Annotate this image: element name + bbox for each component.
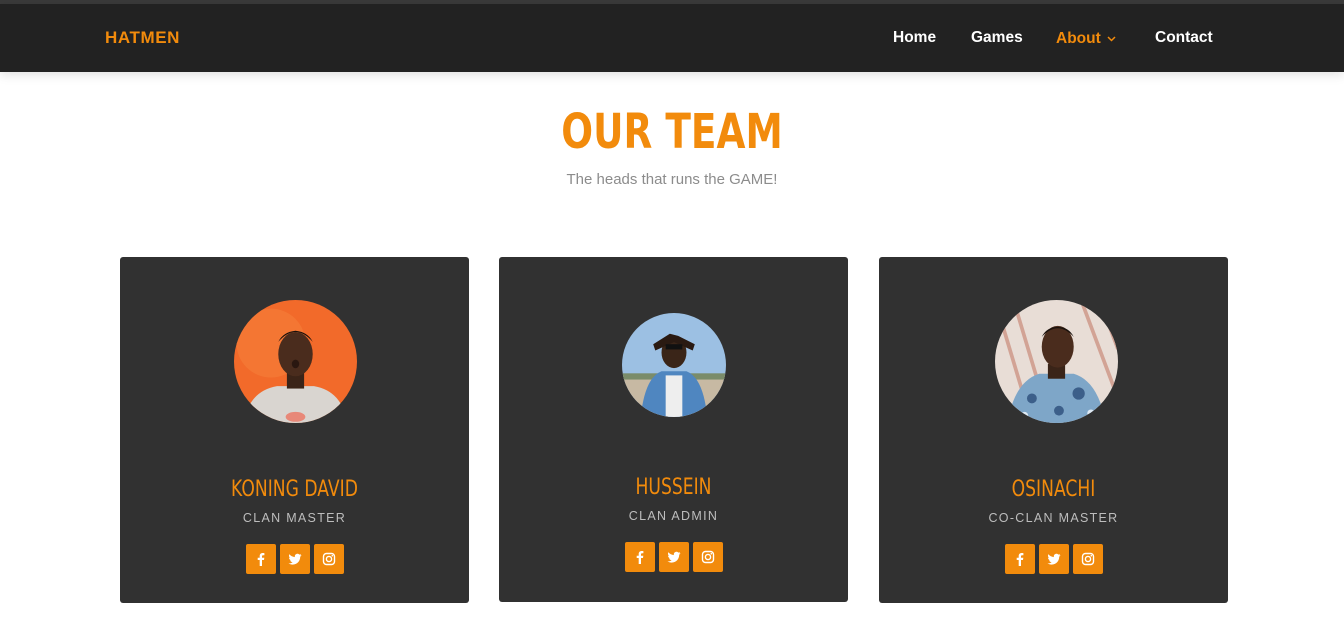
instagram-icon[interactable]	[313, 544, 344, 574]
section-subtitle: The heads that runs the GAME!	[566, 171, 778, 188]
avatar-osinachi	[995, 300, 1118, 423]
twitter-icon[interactable]	[658, 542, 689, 572]
avatar-hussein	[622, 313, 726, 417]
team-card: HUSSEIN CLAN ADMIN	[499, 257, 848, 602]
twitter-icon[interactable]	[1038, 544, 1069, 574]
chevron-down-icon	[1107, 29, 1116, 47]
facebook-icon[interactable]	[1004, 544, 1035, 574]
nav-about-label: About	[1056, 30, 1101, 47]
social-links	[499, 542, 848, 572]
navbar: HATMEN Home Games About Contact	[0, 4, 1344, 72]
facebook-icon[interactable]	[624, 542, 655, 572]
team-card: KONING DAVID CLAN MASTER	[120, 257, 469, 603]
team-card: OSINACHI CO-CLAN MASTER	[879, 257, 1228, 603]
social-links	[120, 544, 469, 574]
twitter-icon[interactable]	[279, 544, 310, 574]
section-title: OUR TEAM	[561, 104, 783, 160]
instagram-icon[interactable]	[1072, 544, 1103, 574]
member-role: CLAN ADMIN	[628, 509, 719, 523]
member-name: KONING DAVID	[231, 477, 358, 502]
avatar-koning-david	[234, 300, 357, 423]
instagram-icon[interactable]	[692, 542, 723, 572]
facebook-icon[interactable]	[245, 544, 276, 574]
nav-contact[interactable]: Contact	[1155, 29, 1213, 49]
nav-about[interactable]: About	[1056, 29, 1116, 49]
member-role: CLAN MASTER	[242, 511, 347, 525]
social-links	[879, 544, 1228, 574]
member-name: OSINACHI	[1011, 477, 1096, 502]
nav-games[interactable]: Games	[971, 29, 1023, 49]
brand-logo[interactable]: HATMEN	[105, 28, 180, 48]
member-name: HUSSEIN	[635, 475, 712, 500]
member-role: CO-CLAN MASTER	[988, 511, 1119, 525]
nav-home[interactable]: Home	[893, 29, 936, 49]
